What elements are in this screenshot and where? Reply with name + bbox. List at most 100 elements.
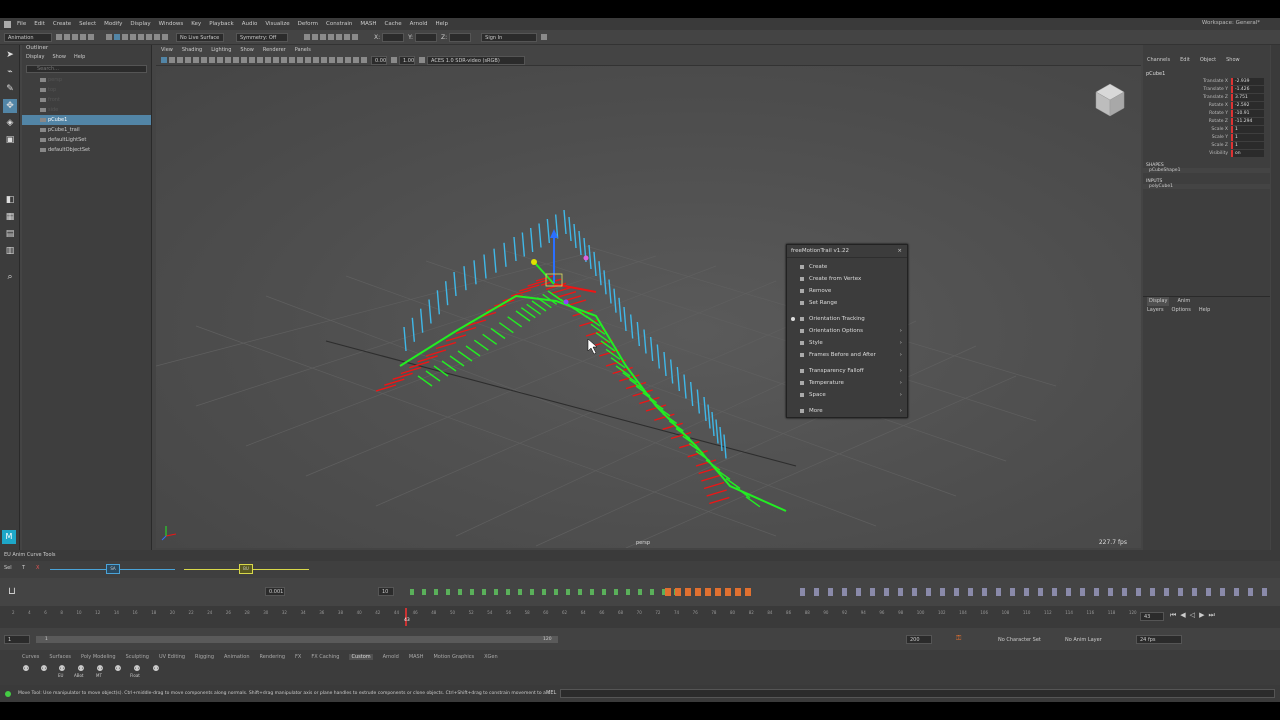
channel-translate-y[interactable]: Translate Y -1.426 bbox=[1143, 85, 1270, 93]
shape-node[interactable]: pCubeShape1 bbox=[1143, 168, 1270, 173]
motion-blur-icon[interactable] bbox=[305, 57, 311, 63]
snap-grid-icon[interactable] bbox=[130, 34, 136, 40]
menu-item-remove[interactable]: Remove bbox=[787, 285, 907, 297]
safe-title-icon[interactable] bbox=[241, 57, 247, 63]
playback-controls-icon[interactable]: ⏮◀◁▶⏭ bbox=[1170, 611, 1219, 620]
keyframe-tool-icons[interactable] bbox=[410, 589, 680, 595]
menu-item-frames-before-after[interactable]: Frames Before and After › bbox=[787, 349, 907, 361]
eu-slider-bu-handle[interactable]: BU bbox=[239, 564, 253, 574]
xray-icon[interactable] bbox=[337, 57, 343, 63]
command-line-input[interactable] bbox=[560, 689, 1275, 698]
outliner-item-defaultobjectset[interactable]: defaultObjectSet bbox=[22, 145, 151, 155]
arnold-render-icon[interactable] bbox=[344, 34, 350, 40]
shelf-button-6[interactable]: ⚉ bbox=[112, 664, 124, 674]
channel-scale-z[interactable]: Scale Z1 bbox=[1143, 141, 1270, 149]
save-scene-icon[interactable] bbox=[72, 34, 78, 40]
eu-t-button[interactable]: T bbox=[22, 565, 25, 571]
snap-surface-icon[interactable] bbox=[154, 34, 160, 40]
menu-cache[interactable]: Cache bbox=[385, 21, 402, 27]
menu-item-create[interactable]: Create bbox=[787, 261, 907, 273]
outliner-search-input[interactable]: Search... bbox=[26, 65, 147, 73]
ipr-render-icon[interactable] bbox=[312, 34, 318, 40]
outliner-item-pcube1[interactable]: pCube1 bbox=[22, 115, 151, 125]
x-field[interactable] bbox=[382, 32, 405, 42]
shelf-tab-fx-caching[interactable]: FX Caching bbox=[311, 654, 339, 660]
hypershade-icon[interactable] bbox=[328, 34, 334, 40]
shelf-tab-mash[interactable]: MASH bbox=[409, 654, 424, 660]
scale-tool-icon[interactable]: ▣ bbox=[3, 133, 17, 147]
safe-action-icon[interactable] bbox=[233, 57, 239, 63]
viewport-menu-lighting[interactable]: Lighting bbox=[211, 47, 231, 53]
menu-arnold[interactable]: Arnold bbox=[410, 21, 428, 27]
menu-deform[interactable]: Deform bbox=[298, 21, 318, 27]
outliner-layout-icon[interactable]: ▥ bbox=[3, 244, 17, 258]
shelf-tab-custom[interactable]: Custom bbox=[349, 654, 373, 660]
shadows-icon[interactable] bbox=[289, 57, 295, 63]
menu-windows[interactable]: Windows bbox=[159, 21, 184, 27]
channel-scale-x[interactable]: Scale X1 bbox=[1143, 125, 1270, 133]
rotate-tool-icon[interactable]: ◈ bbox=[3, 116, 17, 130]
workspace-selector[interactable]: Workspace: General* bbox=[1202, 20, 1260, 26]
color-management-icon[interactable] bbox=[419, 57, 425, 63]
smooth-shade-icon[interactable] bbox=[257, 57, 263, 63]
tab-anim[interactable]: Anim bbox=[1177, 297, 1190, 306]
render-view-icon[interactable] bbox=[336, 34, 342, 40]
sign-in-button[interactable]: Sign In bbox=[481, 32, 538, 42]
menu-audio[interactable]: Audio bbox=[242, 21, 258, 27]
channel-rotate-x[interactable]: Rotate X -2.592 bbox=[1143, 101, 1270, 109]
menu-file[interactable]: File bbox=[17, 21, 26, 27]
grid-toggle-icon[interactable] bbox=[193, 57, 199, 63]
step-value-field[interactable]: 10 bbox=[378, 587, 394, 596]
symmetry-dropdown[interactable]: Symmetry: Off bbox=[236, 32, 288, 42]
channel-rotate-z[interactable]: Rotate Z -11.294 bbox=[1143, 117, 1270, 125]
shelf-tab-surfaces[interactable]: Surfaces bbox=[49, 654, 71, 660]
bookmark-icon[interactable] bbox=[177, 57, 183, 63]
viewport-menu-show[interactable]: Show bbox=[240, 47, 254, 53]
tangent-tool-icons[interactable] bbox=[665, 588, 755, 596]
menu-create[interactable]: Create bbox=[53, 21, 71, 27]
make-live-icon[interactable] bbox=[162, 34, 168, 40]
wireframe-on-shaded-icon[interactable] bbox=[265, 57, 271, 63]
shelf-tab-sculpting[interactable]: Sculpting bbox=[126, 654, 149, 660]
current-frame-field[interactable]: 43 bbox=[1140, 612, 1164, 621]
paint-select-icon[interactable]: ✎ bbox=[3, 82, 17, 96]
eu-set-button[interactable]: Sel bbox=[4, 565, 12, 571]
move-tool-icon[interactable]: ✥ bbox=[3, 99, 17, 113]
snap-curve-icon[interactable] bbox=[138, 34, 144, 40]
shelf-button-mt[interactable]: ⚉ MT bbox=[94, 664, 106, 678]
menu-item-create-from-vertex[interactable]: Create from Vertex bbox=[787, 273, 907, 285]
menu-modify[interactable]: Modify bbox=[104, 21, 122, 27]
viewport-menu-view[interactable]: View bbox=[161, 47, 173, 53]
home-icon[interactable] bbox=[4, 20, 11, 28]
shelf-button-8[interactable]: ⚉ bbox=[150, 664, 162, 674]
shelf-tab-motion-graphics[interactable]: Motion Graphics bbox=[433, 654, 474, 660]
menu-item-transparency-falloff[interactable]: Transparency Falloff › bbox=[787, 365, 907, 377]
select-hierarchy-icon[interactable] bbox=[106, 34, 112, 40]
menu-item-space[interactable]: Space › bbox=[787, 389, 907, 401]
select-component-icon[interactable] bbox=[122, 34, 128, 40]
current-time-marker[interactable] bbox=[405, 608, 407, 626]
eu-x-button[interactable]: X bbox=[36, 565, 39, 571]
menu-constrain[interactable]: Constrain bbox=[326, 21, 352, 27]
shelf-button-1[interactable]: ⚉ bbox=[20, 664, 32, 674]
xray-components-icon[interactable] bbox=[353, 57, 359, 63]
outliner-menu-help[interactable]: Help bbox=[74, 54, 85, 63]
channel-menu-channels[interactable]: Channels bbox=[1147, 57, 1170, 67]
camera-attributes-icon[interactable] bbox=[169, 57, 175, 63]
outliner-item-defaultlightset[interactable]: defaultLightSet bbox=[22, 135, 151, 145]
gate-mask-icon[interactable] bbox=[217, 57, 223, 63]
search-icon[interactable]: ⌕ bbox=[3, 270, 17, 284]
nudge-value-field[interactable]: 0.001 bbox=[265, 587, 285, 596]
channel-rotate-y[interactable]: Rotate Y -10.91 bbox=[1143, 109, 1270, 117]
layout-icon[interactable]: ▤ bbox=[3, 227, 17, 241]
mel-label[interactable]: MEL bbox=[546, 685, 556, 702]
snap-point-icon[interactable] bbox=[146, 34, 152, 40]
outliner-menu-display[interactable]: Display bbox=[26, 54, 44, 63]
side-tabs-strip[interactable] bbox=[1271, 45, 1280, 550]
menu-mash[interactable]: MASH bbox=[360, 21, 376, 27]
render-icon[interactable] bbox=[304, 34, 310, 40]
3d-viewport[interactable]: persp 227.7 fps bbox=[156, 66, 1141, 548]
lights-icon[interactable] bbox=[281, 57, 287, 63]
fps-dropdown[interactable]: 24 fps bbox=[1136, 635, 1182, 644]
live-surface-field[interactable]: No Live Surface bbox=[176, 32, 224, 42]
